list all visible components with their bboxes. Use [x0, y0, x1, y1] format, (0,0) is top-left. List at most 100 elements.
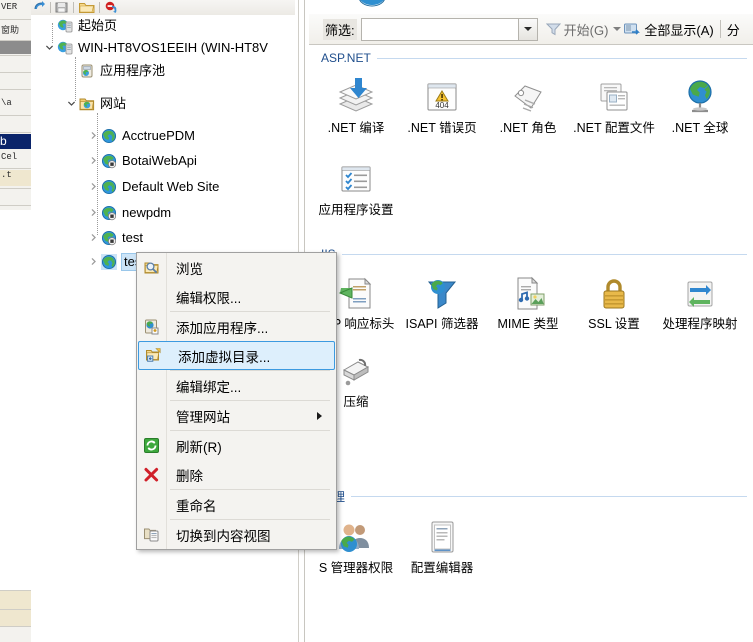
tree-expander-collapsed[interactable] — [87, 231, 101, 245]
website-stopped-icon — [101, 230, 117, 246]
context-menu-item-browse[interactable]: 浏览 — [137, 253, 336, 282]
context-menu-label: 管理网站 — [176, 409, 230, 425]
filter-toolbar: 筛选: 开始(G) 全部显示(A) 分 — [309, 14, 753, 45]
net-compilation-icon — [313, 72, 399, 118]
section-rule — [376, 57, 747, 59]
feature-configuration-editor[interactable]: 配置编辑器 — [399, 512, 485, 576]
feature-net-profile[interactable]: .NET 配置文件 — [571, 72, 657, 136]
tree-node-label: BotaiWebApi — [122, 153, 197, 168]
divider — [0, 115, 31, 116]
delete-icon — [137, 460, 166, 489]
tree-node-server[interactable]: WIN-HT8VOS1EEIH (WIN-HT8V — [43, 37, 268, 59]
context-menu-item-manage-website[interactable]: 管理网站 — [137, 401, 336, 430]
context-menu-item-edit-permissions[interactable]: 编辑权限... — [137, 282, 336, 311]
save-icon[interactable] — [55, 1, 68, 14]
tree-node-start-page[interactable]: 起始页 — [43, 15, 117, 37]
tree-node-site-newpdm[interactable]: newpdm — [87, 202, 171, 224]
context-menu-item-add-application[interactable]: 添加应用程序... — [137, 312, 336, 341]
server-icon — [57, 40, 73, 56]
tree-toolbar — [31, 0, 295, 16]
feature-handler-mappings[interactable]: 处理程序映射 — [657, 268, 743, 332]
filter-go-button[interactable]: 开始(G) — [545, 20, 608, 39]
isapi-filters-icon — [399, 268, 485, 314]
tree-expander-collapsed[interactable] — [87, 129, 101, 143]
context-menu[interactable]: 浏览 编辑权限... 添加应用程序... 添加虚拟目录... 编辑绑定... 管… — [136, 252, 337, 550]
back-icon[interactable] — [33, 1, 46, 14]
feature-app-settings[interactable]: 应用程序设置 — [313, 154, 399, 218]
net-roles-icon — [485, 72, 571, 118]
tree-node-sites[interactable]: 网站 — [65, 93, 126, 115]
tree-expander[interactable] — [43, 19, 57, 33]
tree-node-site-test[interactable]: test — [87, 227, 143, 249]
section-iis: IIS — [309, 246, 753, 412]
tree-node-site-acctruepdm[interactable]: AcctruePDM — [87, 125, 195, 147]
tree-expander-collapsed[interactable] — [87, 154, 101, 168]
feature-label: .NET 全球 — [671, 121, 729, 135]
tree-expander-collapsed[interactable] — [87, 255, 101, 269]
refresh-icon — [137, 431, 166, 460]
chevron-down-icon — [613, 27, 622, 31]
divider — [99, 2, 100, 13]
divider — [0, 132, 31, 133]
context-menu-label: 重命名 — [176, 498, 217, 514]
section-title: ASP.NET — [321, 51, 371, 65]
feature-label: .NET 配置文件 — [573, 121, 655, 135]
feature-net-globalization[interactable]: .NET 全球 — [657, 72, 743, 136]
show-all-button[interactable]: 全部显示(A) — [624, 20, 714, 39]
tree-expander-collapsed[interactable] — [87, 180, 101, 194]
feature-label: MIME 类型 — [497, 317, 559, 331]
feature-label: .NET 角色 — [499, 121, 557, 135]
context-menu-item-rename[interactable]: 重命名 — [137, 490, 336, 519]
tree-expander-collapsed[interactable] — [87, 206, 101, 220]
feature-label: ISAPI 筛选器 — [405, 317, 479, 331]
add-application-icon — [137, 312, 166, 341]
divider — [0, 72, 31, 73]
tree-expander[interactable] — [65, 64, 79, 78]
context-menu-item-switch-to-content-view[interactable]: 切换到内容视图 — [137, 520, 336, 549]
tree-expander-expanded[interactable] — [43, 41, 57, 55]
no-icon — [137, 282, 166, 311]
stop-icon[interactable] — [105, 1, 118, 14]
divider — [719, 20, 721, 38]
context-menu-item-add-virtual-directory[interactable]: 添加虚拟目录... — [138, 341, 335, 370]
tree-node-label: 起始页 — [78, 18, 118, 33]
no-icon — [137, 401, 166, 430]
feature-ssl-settings[interactable]: SSL 设置 — [571, 268, 657, 332]
tree-node-application-pools[interactable]: 应用程序池 — [65, 60, 165, 82]
no-icon — [137, 490, 166, 519]
feature-net-compilation[interactable]: .NET 编译 — [313, 72, 399, 136]
context-menu-label: 切换到内容视图 — [176, 528, 271, 544]
tree-node-label: WIN-HT8VOS1EEIH (WIN-HT8V — [78, 40, 268, 55]
filter-input[interactable] — [360, 17, 518, 41]
filter-dropdown-button[interactable] — [517, 17, 538, 41]
section-header: ASP.NET — [309, 50, 753, 66]
context-menu-item-delete[interactable]: 删除 — [137, 460, 336, 489]
show-all-icon — [624, 23, 641, 35]
feature-net-roles[interactable]: .NET 角色 — [485, 72, 571, 136]
feature-net-error-pages[interactable]: 404 .NET 错误页 — [399, 72, 485, 136]
bg-fragment: \a — [1, 98, 12, 108]
feature-grid: S 管理器权限 配置编辑器 — [309, 504, 753, 614]
folder-icon[interactable] — [79, 1, 95, 14]
tree-node-site-botaiwebapi[interactable]: BotaiWebApi — [87, 150, 197, 172]
tree-expander-expanded[interactable] — [65, 97, 79, 111]
section-aspnet: ASP.NET .NET 编译 404 .NET 错误页 .NET 角色 .NE… — [309, 50, 753, 217]
context-menu-item-edit-bindings[interactable]: 编辑绑定... — [137, 371, 336, 400]
section-header: IIS — [309, 246, 753, 262]
feature-grid: TTP 响应标头 ISAPI 筛选器 MIME 类型 SSL 设置 处理程序映射… — [309, 262, 753, 412]
filter-go-dropdown[interactable] — [613, 27, 622, 31]
website-icon — [101, 179, 117, 195]
divider — [0, 168, 31, 169]
context-menu-label: 刷新(R) — [176, 439, 222, 455]
divider — [0, 205, 31, 206]
tree-node-site-default-web-site[interactable]: Default Web Site — [87, 176, 219, 198]
feature-label: S 管理器权限 — [318, 561, 394, 575]
feature-isapi-filters[interactable]: ISAPI 筛选器 — [399, 268, 485, 332]
tree-node-label: test — [122, 230, 143, 245]
add-virtual-directory-icon — [139, 341, 168, 370]
context-menu-item-refresh[interactable]: 刷新(R) — [137, 431, 336, 460]
tree-node-label: AcctruePDM — [122, 128, 195, 143]
feature-mime-types[interactable]: MIME 类型 — [485, 268, 571, 332]
sites-folder-icon — [79, 96, 95, 112]
bg-fragment: Cel — [1, 152, 18, 162]
